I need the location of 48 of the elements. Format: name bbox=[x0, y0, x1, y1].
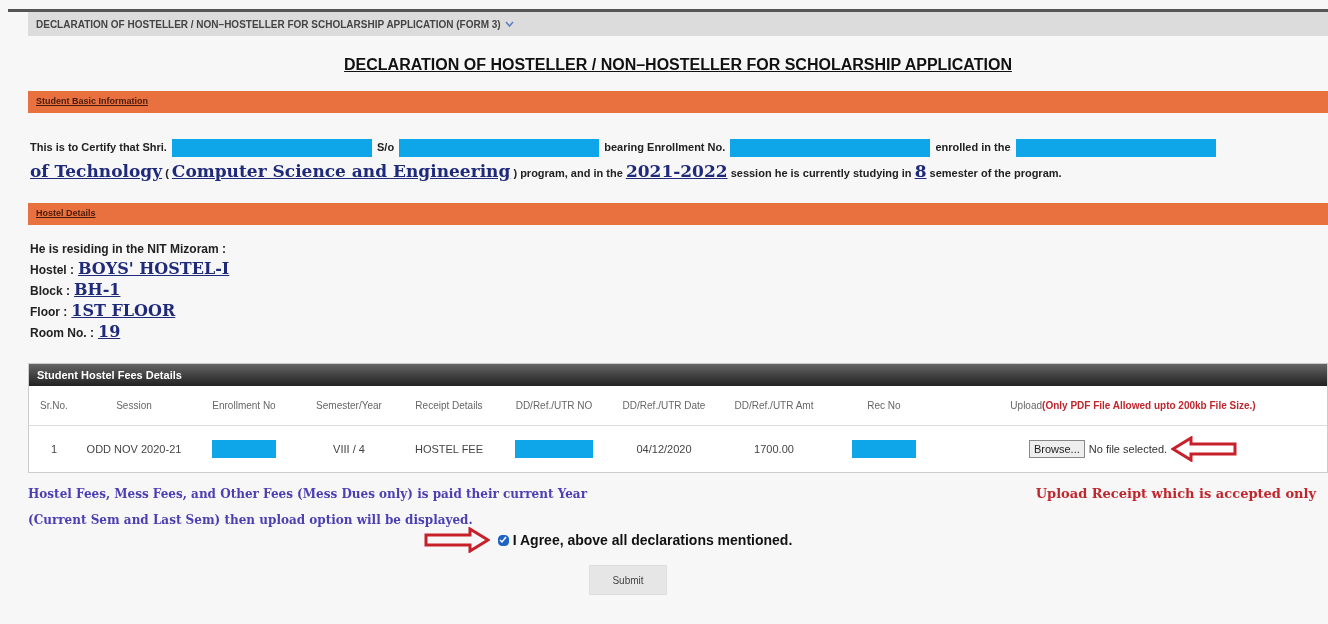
chevron-icon bbox=[504, 20, 514, 28]
browse-button[interactable]: Browse... bbox=[1028, 439, 1085, 459]
column-header: Session bbox=[115, 398, 153, 413]
field-label: Hostel : bbox=[30, 262, 74, 279]
table-title: Student Hostel Fees Details bbox=[37, 367, 182, 383]
section-title: Hostel Details bbox=[36, 207, 96, 221]
column-header: Enrollment No bbox=[211, 398, 277, 413]
field-value-link[interactable]: BOYS' HOSTEL-I bbox=[78, 259, 230, 279]
column-header: Sr.No. bbox=[39, 398, 69, 413]
upload-note: Upload Receipt which is accepted only bbox=[1035, 485, 1316, 503]
submit-button[interactable]: Submit bbox=[589, 565, 667, 595]
column-header: Upload(Only PDF File Allowed upto 200kb File Size.) bbox=[1009, 398, 1257, 413]
table-cell-text: 1 bbox=[50, 441, 58, 457]
redaction-bar bbox=[212, 440, 276, 458]
table-cell-text: HOSTEL FEE bbox=[414, 441, 484, 457]
table-cell-text: 04/12/2020 bbox=[636, 441, 692, 457]
arrow-icon bbox=[1171, 436, 1238, 462]
field-value-link[interactable]: BH-1 bbox=[74, 280, 121, 300]
arrow-icon bbox=[423, 527, 490, 553]
link[interactable]: of Technology bbox=[30, 161, 163, 181]
column-header: DD/Ref./UTR Amt bbox=[733, 398, 815, 413]
link[interactable]: 8 bbox=[914, 161, 927, 181]
page-heading: DECLARATION OF HOSTELLER / NON–HOSTELLER FOR SCHOLARSHIP APPLICATION bbox=[344, 55, 1012, 75]
field-label: Floor : bbox=[30, 304, 68, 321]
link[interactable]: Computer Science and Engineering bbox=[171, 161, 511, 181]
column-header: Semester/Year bbox=[315, 398, 383, 413]
field-label: Block : bbox=[30, 283, 70, 300]
table-cell-text: 1700.00 bbox=[754, 441, 794, 457]
field-value-link[interactable]: 19 bbox=[98, 322, 121, 342]
table-cell-text: ODD NOV 2020-21 bbox=[86, 441, 182, 457]
column-header: DD/Ref./UTR NO bbox=[514, 398, 594, 413]
column-header: Rec No bbox=[866, 398, 902, 413]
note-text: Hostel Fees, Mess Fees, and Other Fees (Mess Dues only) is paid their current Year bbox=[28, 486, 587, 503]
residence-text: He is residing in the NIT Mizoram : bbox=[30, 241, 228, 258]
column-header: DD/Ref./UTR Date bbox=[621, 398, 707, 413]
agree-checkbox[interactable] bbox=[497, 534, 509, 546]
file-status: No file selected. bbox=[1088, 441, 1168, 457]
redaction-bar bbox=[852, 440, 916, 458]
note-text: (Current Sem and Last Sem) then upload option will be displayed. bbox=[28, 512, 474, 529]
column-header: Receipt Details bbox=[414, 398, 484, 413]
section-title: Student Basic Information bbox=[36, 95, 148, 109]
field-value-link[interactable]: 1ST FLOOR bbox=[71, 301, 176, 321]
field-label: Room No. : bbox=[30, 325, 94, 342]
table-cell-text: VIII / 4 bbox=[333, 441, 365, 457]
certification-text: This is to Certify that Shri. S/o bearing Enrollment No. enrolled in the of Technology ( Computer Science and Engineering ) program, and in the 2021-2022 session he is currently studying in 8 semester of the program. bbox=[28, 135, 1328, 185]
link[interactable]: 2021-2022 bbox=[625, 161, 728, 181]
agree-label: I Agree, above all declarations mentioned. bbox=[512, 530, 793, 550]
breadcrumb-title: DECLARATION OF HOSTELLER / NON–HOSTELLER FOR SCHOLARSHIP APPLICATION (FORM 3) bbox=[36, 17, 501, 32]
